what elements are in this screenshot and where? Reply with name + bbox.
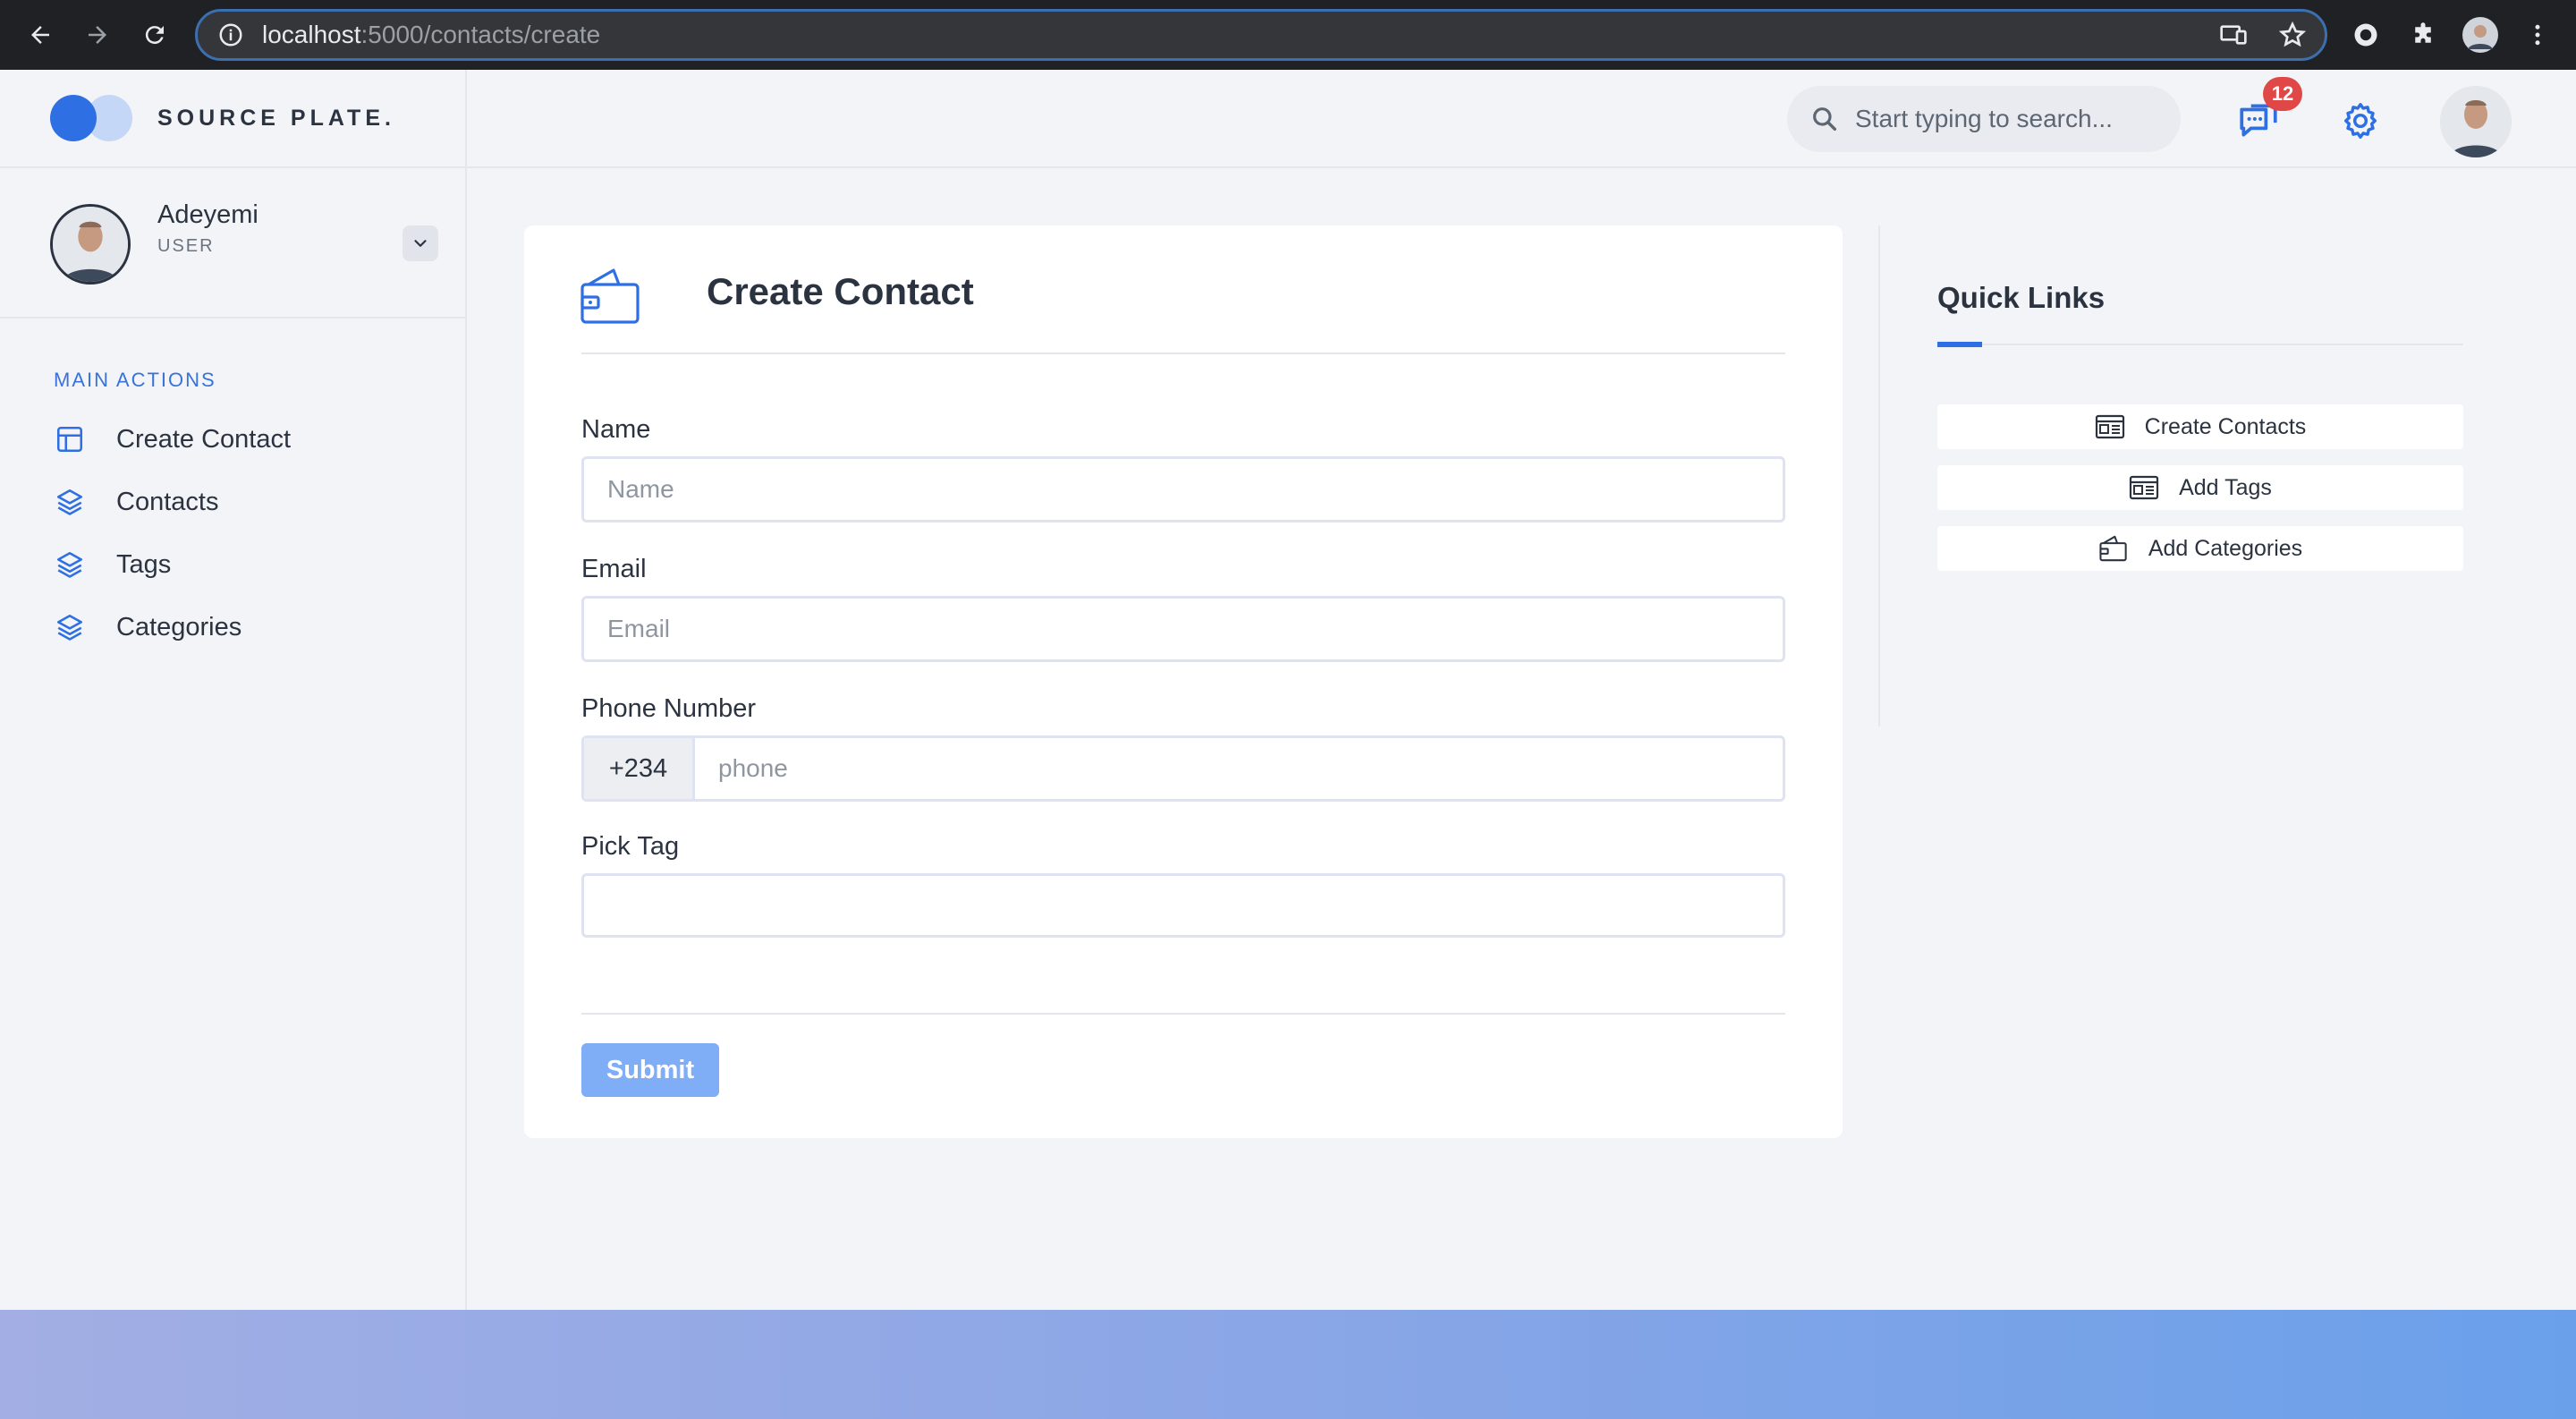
profile-button[interactable] <box>2462 16 2499 54</box>
sidebar-item-label: Create Contact <box>116 424 292 454</box>
sidebar-item-tags[interactable]: Tags <box>54 542 171 587</box>
layers-icon <box>54 611 86 643</box>
forward-button[interactable] <box>79 16 116 54</box>
search-icon <box>1813 107 1837 132</box>
newspaper-icon <box>2129 474 2159 501</box>
brand-name: SOURCE PLATE. <box>157 105 395 131</box>
layout-icon <box>54 423 86 455</box>
puzzle-icon <box>2415 22 2431 43</box>
user-role: USER <box>157 236 215 256</box>
search-placeholder: Start typing to search... <box>1855 105 2113 132</box>
sidebar-item-label: Categories <box>116 612 242 642</box>
quick-links-divider <box>1878 225 1880 726</box>
title-accent <box>1937 342 1982 347</box>
quick-link-label: Create Contacts <box>2144 413 2307 439</box>
email-placeholder: Email <box>607 615 671 642</box>
quick-link-label: Add Tags <box>2179 474 2272 500</box>
wallet-icon <box>2098 535 2129 562</box>
sidebar-item-categories[interactable]: Categories <box>54 605 242 650</box>
name-placeholder: Name <box>607 475 674 503</box>
browser-menu-button[interactable] <box>2519 16 2556 54</box>
phone-prefix: +234 <box>584 738 695 799</box>
chevron-down-icon <box>414 240 427 247</box>
header-avatar[interactable] <box>2440 86 2512 157</box>
header-divider <box>465 70 467 168</box>
user-name: Adeyemi <box>157 200 258 229</box>
address-bar[interactable]: localhost:5000/contacts/create <box>195 9 2327 61</box>
quick-links-title: Quick Links <box>1937 281 2106 314</box>
user-avatar-icon <box>53 207 128 282</box>
divider <box>1937 344 2463 345</box>
newspaper-icon <box>2095 413 2125 440</box>
settings-button[interactable] <box>2336 97 2385 145</box>
notification-badge: 12 <box>2263 77 2302 111</box>
user-menu-toggle[interactable] <box>402 225 438 261</box>
email-label: Email <box>581 555 647 583</box>
name-label: Name <box>581 415 651 444</box>
url-text: localhost:5000/contacts/create <box>262 21 601 48</box>
divider <box>581 1013 1785 1015</box>
extension-circle-icon <box>2354 23 2377 47</box>
app-header: SOURCE PLATE. Start typing to search... … <box>0 70 2576 168</box>
user-block: Adeyemi USER <box>0 168 465 319</box>
name-field[interactable]: Name <box>581 456 1785 523</box>
sidebar-item-contacts[interactable]: Contacts <box>54 480 218 524</box>
bottom-background <box>0 1310 2576 1419</box>
profile-avatar-icon <box>2462 17 2498 53</box>
email-field[interactable]: Email <box>581 596 1785 662</box>
logo-icon <box>50 93 132 143</box>
arrow-right-icon <box>89 26 106 44</box>
sidebar: Adeyemi USER MAIN ACTIONS Create Contact… <box>0 168 467 1310</box>
sidebar-item-create-contact[interactable]: Create Contact <box>54 417 291 462</box>
quick-link-label: Add Categories <box>2148 535 2303 561</box>
sidebar-item-label: Contacts <box>116 487 219 516</box>
sidebar-item-label: Tags <box>116 549 172 579</box>
more-vert-icon <box>2535 24 2540 46</box>
brand[interactable]: SOURCE PLATE. <box>50 93 395 143</box>
user-avatar-icon <box>2440 86 2512 157</box>
wallet-icon <box>580 267 642 326</box>
phone-label: Phone Number <box>581 694 757 723</box>
arrow-left-icon <box>31 26 49 44</box>
tag-label: Pick Tag <box>581 832 680 861</box>
tag-select[interactable] <box>581 873 1785 938</box>
quick-link-add-tags[interactable]: Add Tags <box>1937 465 2463 510</box>
quick-link-create-contacts[interactable]: Create Contacts <box>1937 404 2463 449</box>
extensions-menu-button[interactable] <box>2404 16 2442 54</box>
cast-icon[interactable] <box>2219 21 2248 49</box>
search-input[interactable]: Start typing to search... <box>1787 86 2181 152</box>
star-icon[interactable] <box>2278 21 2307 49</box>
section-label: MAIN ACTIONS <box>54 369 216 391</box>
submit-button[interactable]: Submit <box>581 1043 719 1097</box>
phone-placeholder: phone <box>718 754 788 782</box>
layers-icon <box>54 548 86 581</box>
reload-button[interactable] <box>136 16 174 54</box>
divider <box>581 353 1785 354</box>
extension-button[interactable] <box>2347 16 2385 54</box>
reload-icon <box>145 26 164 45</box>
sidebar-avatar[interactable] <box>50 204 131 285</box>
quick-link-add-categories[interactable]: Add Categories <box>1937 526 2463 571</box>
create-contact-card: Create Contact Name Name Email Email Pho… <box>524 225 1843 1138</box>
info-icon[interactable] <box>217 21 244 48</box>
phone-field[interactable]: +234 phone <box>581 735 1785 802</box>
gear-icon <box>2343 103 2377 139</box>
page-title: Create Contact <box>707 270 974 312</box>
layers-icon <box>54 486 86 518</box>
browser-toolbar: localhost:5000/contacts/create <box>0 0 2576 70</box>
back-button[interactable] <box>21 16 59 54</box>
